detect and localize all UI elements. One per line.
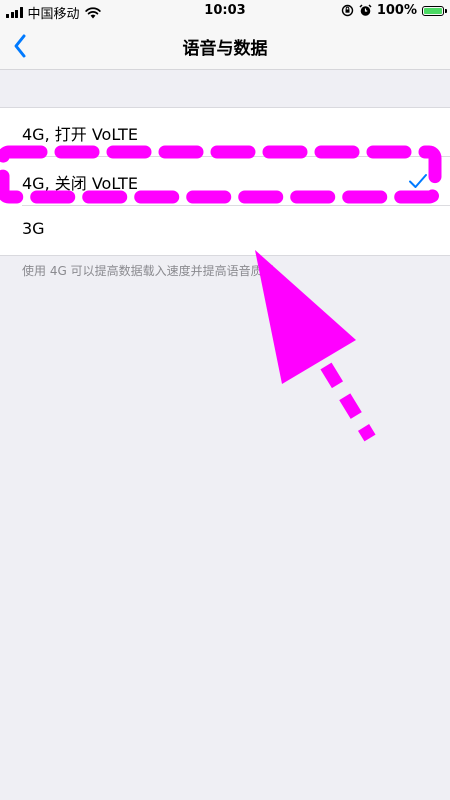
footer-note: 使用 4G 可以提高数据载入速度并提高语音质量。	[22, 264, 287, 278]
option-label: 3G	[22, 219, 45, 238]
page-title: 语音与数据	[182, 39, 268, 59]
alarm-icon	[359, 4, 372, 16]
battery-percent: 100%	[376, 3, 417, 18]
option-4g-volte-off[interactable]: 4G, 关闭 VoLTE	[0, 157, 450, 206]
battery-fill	[424, 7, 442, 14]
option-4g-volte-on[interactable]: 4G, 打开 VoLTE	[0, 108, 450, 157]
orientation-lock-icon	[341, 4, 354, 17]
option-label: 4G, 关闭 VoLTE	[22, 174, 138, 193]
status-bar: 中国移动 10:03 100%	[0, 0, 450, 22]
status-right: 100%	[341, 3, 447, 18]
arrow-shaft	[320, 362, 376, 442]
nav-bar: 语音与数据	[0, 22, 450, 70]
battery-icon	[422, 5, 447, 16]
option-3g[interactable]: 3G	[0, 206, 450, 255]
option-label: 4G, 打开 VoLTE	[22, 125, 138, 144]
network-options-list: 4G, 打开 VoLTE 4G, 关闭 VoLTE 3G	[0, 107, 450, 256]
checkmark-icon	[409, 174, 427, 188]
